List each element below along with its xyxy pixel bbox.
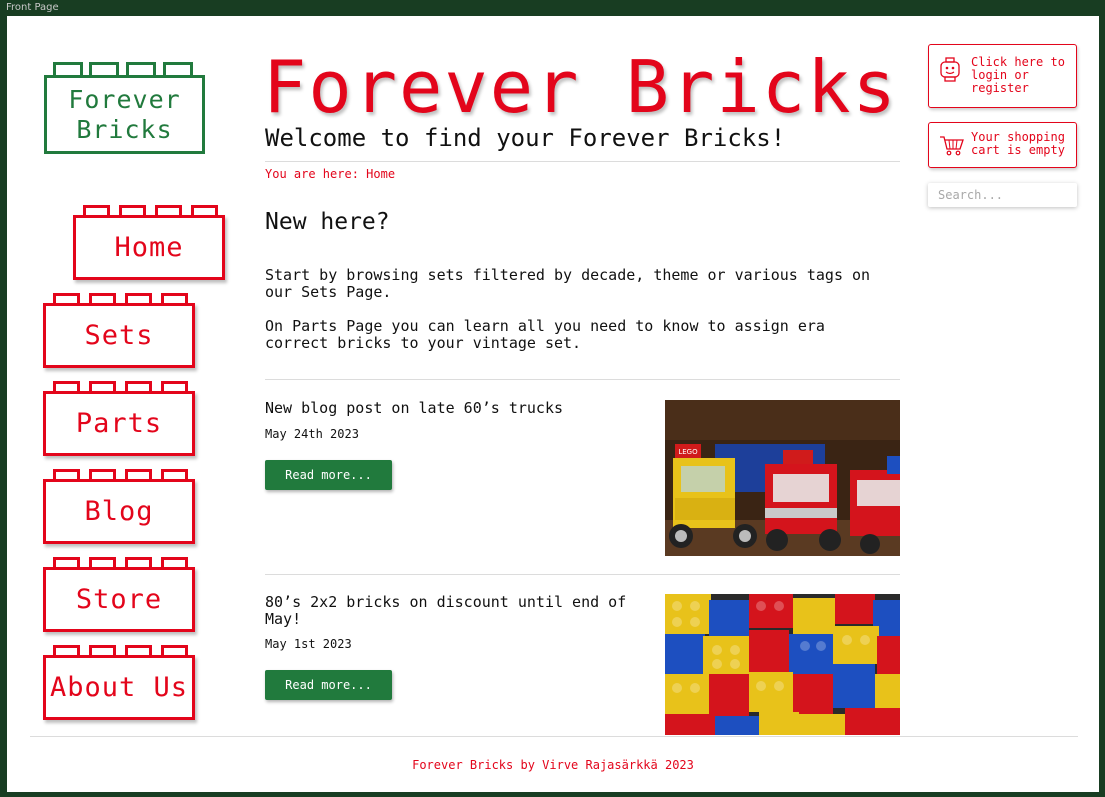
- bricks-photo[interactable]: [665, 594, 900, 735]
- trucks-photo[interactable]: LEGO: [665, 400, 900, 556]
- lego-head-icon: [940, 57, 960, 82]
- intro-heading: New here?: [265, 209, 390, 235]
- login-register-button[interactable]: Click here to login or register: [928, 44, 1077, 108]
- intro-paragraph-sets: Start by browsing sets filtered by decad…: [265, 266, 871, 301]
- nav-store-label: Store: [75, 584, 163, 615]
- shopping-cart-button[interactable]: Your shopping cart is empty: [928, 122, 1077, 168]
- site-title: Forever Bricks: [263, 45, 898, 129]
- logo-stud: [53, 62, 83, 76]
- logo-stud: [89, 62, 119, 76]
- read-more-button[interactable]: Read more...: [265, 670, 392, 700]
- read-more-button[interactable]: Read more...: [265, 460, 392, 490]
- cart-status-text: Your shopping cart is empty: [971, 130, 1065, 157]
- photo-lego-logo: LEGO: [678, 448, 698, 456]
- post-date: May 24th 2023: [265, 427, 359, 441]
- header-divider: [265, 161, 900, 162]
- nav-about-us-label: About Us: [49, 672, 189, 703]
- nav-parts[interactable]: Parts: [43, 381, 195, 457]
- post-date: May 1st 2023: [265, 637, 352, 651]
- nav-sets-label: Sets: [84, 320, 154, 351]
- logo-text-line1: Forever: [68, 84, 181, 114]
- nav-blog[interactable]: Blog: [43, 469, 195, 545]
- welcome-subtitle: Welcome to find your Forever Bricks!: [265, 124, 786, 152]
- post-title[interactable]: New blog post on late 60’s trucks: [265, 400, 645, 417]
- logo-text-line2: Bricks: [76, 114, 173, 144]
- shopping-cart-icon: [940, 136, 964, 156]
- breadcrumb: You are here: Home: [265, 167, 396, 181]
- nav-store[interactable]: Store: [43, 557, 195, 633]
- nav-blog-label: Blog: [84, 496, 154, 527]
- logo-brick: Forever Bricks: [44, 75, 205, 154]
- nav-parts-label: Parts: [75, 408, 163, 439]
- login-register-text: Click here to login or register: [971, 55, 1065, 95]
- nav-about-us[interactable]: About Us: [43, 645, 195, 721]
- nav-home-label: Home: [114, 232, 184, 263]
- logo[interactable]: Forever Bricks: [44, 60, 209, 160]
- footer-credit: Forever Bricks by Virve Rajasärkkä 2023: [412, 758, 694, 772]
- intro-paragraph-parts: On Parts Page you can learn all you need…: [265, 317, 825, 352]
- nav-sets[interactable]: Sets: [43, 293, 195, 369]
- post-title[interactable]: 80’s 2x2 bricks on discount until end of…: [265, 594, 645, 628]
- nav-home[interactable]: Home: [73, 205, 225, 281]
- search-input[interactable]: [928, 183, 1077, 207]
- section-divider: [265, 574, 900, 575]
- section-divider: [265, 379, 900, 380]
- window-title: Front Page: [6, 2, 59, 13]
- footer-divider: [30, 736, 1078, 737]
- front-page: Forever Bricks Home Sets Parts Blog Stor…: [7, 16, 1099, 792]
- logo-stud: [163, 62, 193, 76]
- logo-stud: [126, 62, 156, 76]
